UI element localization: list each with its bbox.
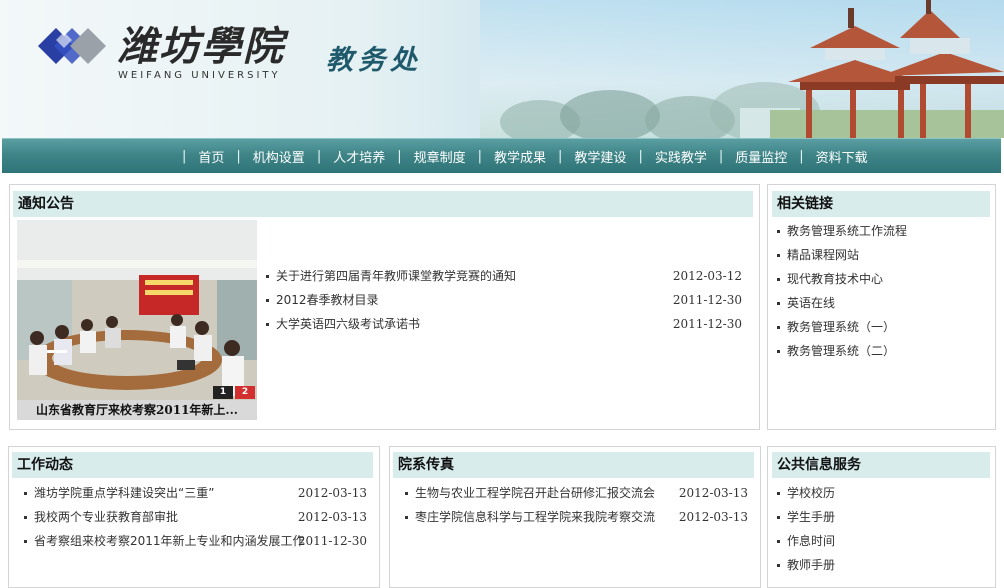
pagoda-illustration: [770, 0, 1004, 138]
link-item[interactable]: 教务管理系统（二）: [775, 339, 985, 363]
notice-item-text[interactable]: 2012春季教材目录: [276, 293, 379, 307]
public-info-list: 学校校历 学生手册 作息时间 教师手册: [775, 481, 985, 577]
nav-item-talent-training[interactable]: 人才培养: [328, 147, 390, 166]
logo-chinese-name: 潍坊學院: [117, 23, 285, 70]
related-links-list: 教务管理系统工作流程 精品课程网站 现代教育技术中心 英语在线 教务管理系统（一…: [775, 219, 985, 363]
work-item-date: 2012-03-13: [297, 510, 367, 524]
notice-item-date: 2011-12-30: [672, 317, 742, 331]
logo-english-name: WEIFANG UNIVERSITY: [118, 70, 281, 81]
list-item[interactable]: 2012春季教材目录 2011-12-30: [264, 288, 742, 312]
notice-item-text[interactable]: 大学英语四六级考试承诺书: [276, 317, 420, 331]
link-item[interactable]: 现代教育技术中心: [775, 267, 985, 291]
public-info-item[interactable]: 教师手册: [775, 553, 985, 577]
university-logo-icon: [38, 28, 106, 64]
link-item[interactable]: 教务管理系统（一）: [775, 315, 985, 339]
list-item[interactable]: 生物与农业工程学院召开赴台研修汇报交流会 2012-03-13: [403, 481, 748, 505]
public-info-item[interactable]: 学生手册: [775, 505, 985, 529]
work-news-title: 工作动态: [12, 452, 373, 478]
link-item[interactable]: 教务管理系统工作流程: [775, 219, 985, 243]
department-title: 教务处: [326, 45, 422, 76]
work-item-text[interactable]: 省考察组来校考察2011年新上专业和内涵发展工作: [34, 534, 305, 548]
department-item-text[interactable]: 生物与农业工程学院召开赴台研修汇报交流会: [415, 486, 655, 500]
notice-title: 通知公告: [13, 191, 753, 217]
work-item-date: 2011-12-30: [297, 534, 367, 548]
list-item[interactable]: 省考察组来校考察2011年新上专业和内涵发展工作 2011-12-30: [22, 529, 367, 553]
work-item-date: 2012-03-13: [297, 486, 367, 500]
page-header: 潍坊學院 WEIFANG UNIVERSITY 教务处: [0, 0, 1004, 138]
nav-item-regulations[interactable]: 规章制度: [409, 147, 471, 166]
list-item[interactable]: 大学英语四六级考试承诺书 2011-12-30: [264, 312, 742, 336]
link-item[interactable]: 英语在线: [775, 291, 985, 315]
department-news-list: 生物与农业工程学院召开赴台研修汇报交流会 2012-03-13 枣庄学院信息科学与…: [403, 481, 748, 529]
public-info-item[interactable]: 作息时间: [775, 529, 985, 553]
nav-item-downloads[interactable]: 资料下载: [811, 147, 873, 166]
nav-item-practice-teaching[interactable]: 实践教学: [650, 147, 712, 166]
work-item-text[interactable]: 我校两个专业获教育部审批: [34, 510, 178, 524]
main-navigation: | 首页 | 机构设置 | 人才培养 | 规章制度 | 教学成果 | 教学建设 …: [2, 138, 1001, 173]
list-item[interactable]: 潍坊学院重点学科建设突出“三重” 2012-03-13: [22, 481, 367, 505]
department-item-text[interactable]: 枣庄学院信息科学与工程学院来我院考察交流: [415, 510, 655, 524]
work-news-list: 潍坊学院重点学科建设突出“三重” 2012-03-13 我校两个专业获教育部审批 2…: [22, 481, 367, 553]
list-item[interactable]: 枣庄学院信息科学与工程学院来我院考察交流 2012-03-13: [403, 505, 748, 529]
nav-item-teaching-achievements[interactable]: 教学成果: [489, 147, 551, 166]
related-links-title: 相关链接: [772, 191, 990, 217]
public-info-item[interactable]: 学校校历: [775, 481, 985, 505]
link-item[interactable]: 精品课程网站: [775, 243, 985, 267]
photo-caption[interactable]: 山东省教育厅来校考察2011年新上...: [17, 400, 257, 420]
department-item-date: 2012-03-13: [678, 486, 748, 500]
notice-item-text[interactable]: 关于进行第四届青年教师课堂教学竞赛的通知: [276, 269, 516, 283]
department-item-date: 2012-03-13: [678, 510, 748, 524]
notice-list: 关于进行第四届青年教师课堂教学竞赛的通知 2012-03-12 2012春季教材目…: [264, 264, 742, 336]
nav-item-teaching-construction[interactable]: 教学建设: [569, 147, 631, 166]
slide-indicator-1[interactable]: 1: [213, 386, 233, 399]
nav-item-home[interactable]: 首页: [193, 147, 229, 166]
notice-item-date: 2011-12-30: [672, 293, 742, 307]
public-info-title: 公共信息服务: [772, 452, 990, 478]
news-photo-slideshow[interactable]: 1 2 山东省教育厅来校考察2011年新上...: [17, 220, 257, 420]
slide-indicator-2[interactable]: 2: [235, 386, 255, 399]
marquee-clip-mask: [262, 258, 754, 270]
list-item[interactable]: 我校两个专业获教育部审批 2012-03-13: [22, 505, 367, 529]
nav-item-quality-monitoring[interactable]: 质量监控: [730, 147, 792, 166]
work-item-text[interactable]: 潍坊学院重点学科建设突出“三重”: [34, 486, 214, 500]
nav-item-organization[interactable]: 机构设置: [248, 147, 310, 166]
department-news-title: 院系传真: [393, 452, 754, 478]
